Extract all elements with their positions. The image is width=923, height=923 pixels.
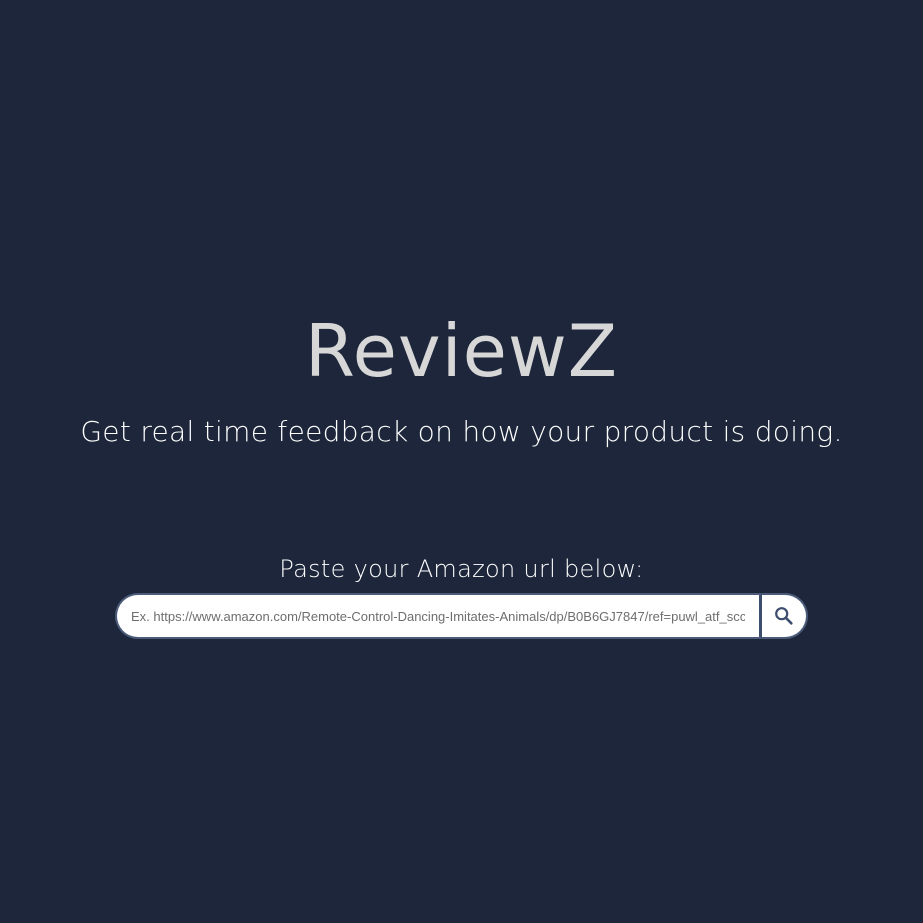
app-title: ReviewZ (304, 309, 619, 393)
tagline: Get real time feedback on how your produ… (80, 415, 843, 448)
url-prompt: Paste your Amazon url below: (279, 555, 644, 583)
search-button[interactable] (762, 593, 808, 639)
search-bar (115, 593, 808, 639)
search-icon (775, 607, 793, 625)
landing-page: ReviewZ Get real time feedback on how yo… (0, 0, 923, 923)
amazon-url-input[interactable] (115, 593, 762, 639)
